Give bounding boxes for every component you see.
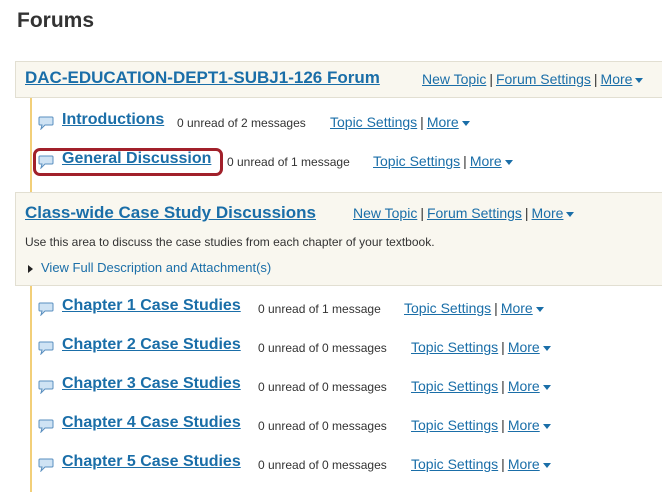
speech-bubble-icon	[38, 380, 54, 394]
separator: |	[420, 114, 424, 130]
separator: |	[501, 456, 505, 472]
more-menu[interactable]: More	[532, 205, 564, 221]
topic-message-count: 0 unread of 0 messages	[258, 380, 387, 394]
topic-title-link[interactable]: Chapter 5 Case Studies	[62, 453, 241, 471]
topics-rail	[30, 98, 32, 192]
more-menu[interactable]: More	[601, 71, 633, 87]
topic-title-link[interactable]: Chapter 3 Case Studies	[62, 375, 241, 393]
topic-actions: Topic Settings | More	[411, 339, 551, 355]
speech-bubble-icon	[38, 341, 54, 355]
topic-settings-link[interactable]: Topic Settings	[411, 378, 498, 394]
forum-actions: New Topic | Forum Settings | More	[422, 71, 644, 87]
caret-down-icon[interactable]	[542, 345, 551, 351]
caret-down-icon[interactable]	[542, 462, 551, 468]
separator: |	[501, 378, 505, 394]
separator: |	[420, 205, 424, 221]
topic-actions: Topic Settings | More	[373, 153, 513, 169]
topic-actions: Topic Settings | More	[411, 456, 551, 472]
topic-settings-link[interactable]: Topic Settings	[411, 417, 498, 433]
speech-bubble-icon	[38, 458, 54, 472]
more-menu[interactable]: More	[508, 339, 540, 355]
topic-message-count: 0 unread of 2 messages	[177, 116, 306, 130]
separator: |	[524, 205, 529, 221]
speech-bubble-icon	[38, 302, 54, 316]
triangle-right-icon	[28, 264, 33, 273]
topic-actions: Topic Settings | More	[330, 114, 470, 130]
speech-bubble-icon	[38, 419, 54, 433]
more-menu[interactable]: More	[501, 300, 533, 316]
forum-header: Class-wide Case Study Discussions New To…	[15, 192, 662, 286]
caret-down-icon[interactable]	[461, 120, 470, 126]
separator: |	[593, 71, 598, 87]
topic-title-link[interactable]: Chapter 2 Case Studies	[62, 336, 241, 354]
speech-bubble-icon	[38, 116, 54, 130]
forum-title-link[interactable]: Class-wide Case Study Discussions	[25, 203, 316, 223]
topic-message-count: 0 unread of 0 messages	[258, 341, 387, 355]
more-menu[interactable]: More	[508, 456, 540, 472]
separator: |	[501, 339, 505, 355]
new-topic-link[interactable]: New Topic	[353, 205, 417, 221]
more-menu[interactable]: More	[508, 378, 540, 394]
topic-actions: Topic Settings | More	[404, 300, 544, 316]
view-full-description-label[interactable]: View Full Description and Attachment(s)	[41, 260, 271, 275]
caret-down-icon[interactable]	[542, 423, 551, 429]
highlight-callout	[33, 148, 223, 176]
topic-settings-link[interactable]: Topic Settings	[330, 114, 417, 130]
topic-message-count: 0 unread of 0 messages	[258, 458, 387, 472]
caret-down-icon[interactable]	[535, 306, 544, 312]
forum-settings-link[interactable]: Forum Settings	[427, 205, 522, 221]
topic-message-count: 0 unread of 1 message	[258, 302, 381, 316]
topic-message-count: 0 unread of 0 messages	[258, 419, 387, 433]
topic-message-count: 0 unread of 1 message	[227, 155, 350, 169]
forum-description: Use this area to discuss the case studie…	[25, 235, 435, 249]
topic-actions: Topic Settings | More	[411, 378, 551, 394]
more-menu[interactable]: More	[470, 153, 502, 169]
topic-title-link[interactable]: Introductions	[62, 111, 164, 129]
separator: |	[494, 300, 498, 316]
forum-title-link[interactable]: DAC-EDUCATION-DEPT1-SUBJ1-126 Forum	[25, 68, 380, 88]
more-menu[interactable]: More	[508, 417, 540, 433]
caret-down-icon[interactable]	[542, 384, 551, 390]
topics-rail	[30, 286, 32, 492]
forum-header: DAC-EDUCATION-DEPT1-SUBJ1-126 Forum New …	[15, 61, 662, 98]
separator: |	[501, 417, 505, 433]
topic-actions: Topic Settings | More	[411, 417, 551, 433]
forum-settings-link[interactable]: Forum Settings	[496, 71, 591, 87]
separator: |	[463, 153, 467, 169]
caret-down-icon[interactable]	[566, 211, 575, 217]
topic-settings-link[interactable]: Topic Settings	[411, 339, 498, 355]
topic-settings-link[interactable]: Topic Settings	[404, 300, 491, 316]
new-topic-link[interactable]: New Topic	[422, 71, 486, 87]
caret-down-icon[interactable]	[635, 77, 644, 83]
topic-settings-link[interactable]: Topic Settings	[411, 456, 498, 472]
view-full-description-toggle[interactable]: View Full Description and Attachment(s)	[28, 260, 271, 275]
separator: |	[489, 71, 493, 87]
caret-down-icon[interactable]	[504, 159, 513, 165]
page-title: Forums	[17, 9, 95, 32]
topic-settings-link[interactable]: Topic Settings	[373, 153, 460, 169]
topic-title-link[interactable]: Chapter 4 Case Studies	[62, 414, 241, 432]
topic-title-link[interactable]: Chapter 1 Case Studies	[62, 297, 241, 315]
more-menu[interactable]: More	[427, 114, 459, 130]
forum-actions: New Topic | Forum Settings | More	[353, 205, 575, 221]
